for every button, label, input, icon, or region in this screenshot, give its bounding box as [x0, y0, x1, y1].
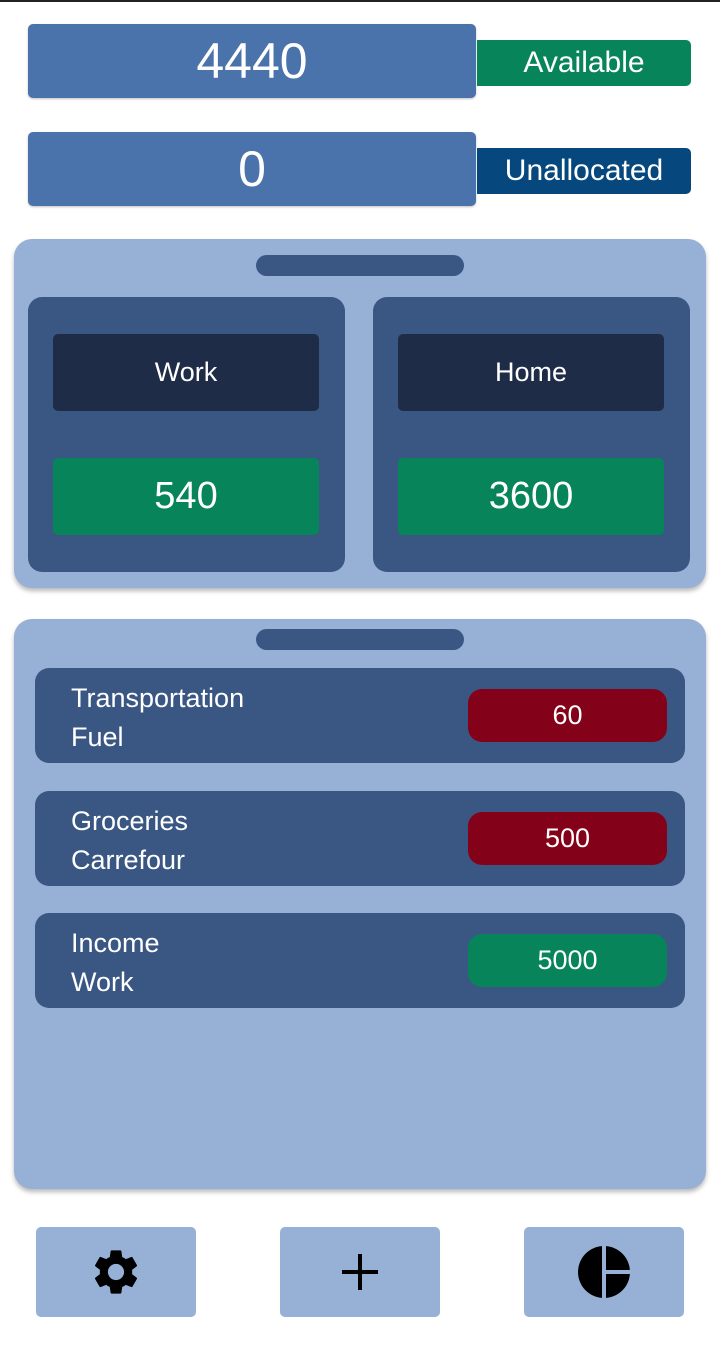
transaction-row[interactable]: Income Work 5000: [35, 913, 685, 1008]
transactions-panel: Transportation Fuel 60 Groceries Carrefo…: [14, 619, 706, 1189]
account-balance: 3600: [398, 458, 664, 535]
transaction-note: Carrefour: [71, 845, 186, 875]
plus-icon: [340, 1252, 380, 1292]
unallocated-label: Unallocated: [477, 148, 691, 194]
add-transaction-button[interactable]: [280, 1227, 440, 1317]
transaction-text: Transportation Fuel: [71, 679, 244, 757]
transaction-note: Fuel: [71, 722, 124, 752]
transaction-amount-income: 5000: [468, 934, 667, 987]
transaction-category: Transportation: [71, 683, 245, 713]
chart-button[interactable]: [524, 1227, 684, 1317]
transaction-text: Groceries Carrefour: [71, 802, 188, 880]
transactions-panel-handle[interactable]: [256, 629, 464, 650]
accounts-panel-handle[interactable]: [256, 255, 464, 276]
unallocated-amount: 0: [28, 132, 476, 206]
transaction-amount-expense: 500: [468, 812, 667, 865]
pie-chart-icon: [577, 1245, 631, 1299]
available-amount: 4440: [28, 24, 476, 98]
transaction-row[interactable]: Transportation Fuel 60: [35, 668, 685, 763]
account-name: Home: [398, 334, 664, 411]
transaction-note: Work: [71, 967, 134, 997]
gear-icon: [89, 1245, 143, 1299]
transaction-text: Income Work: [71, 924, 160, 1002]
available-label: Available: [477, 40, 691, 86]
account-card-home[interactable]: Home 3600: [373, 297, 690, 572]
account-balance: 540: [53, 458, 319, 535]
accounts-panel: Work 540 Home 3600: [14, 239, 706, 588]
account-name: Work: [53, 334, 319, 411]
settings-button[interactable]: [36, 1227, 196, 1317]
transaction-row[interactable]: Groceries Carrefour 500: [35, 791, 685, 886]
transaction-amount-expense: 60: [468, 689, 667, 742]
transaction-category: Groceries: [71, 806, 189, 836]
account-card-work[interactable]: Work 540: [28, 297, 345, 572]
top-border: [0, 0, 720, 2]
transaction-category: Income: [71, 928, 160, 958]
